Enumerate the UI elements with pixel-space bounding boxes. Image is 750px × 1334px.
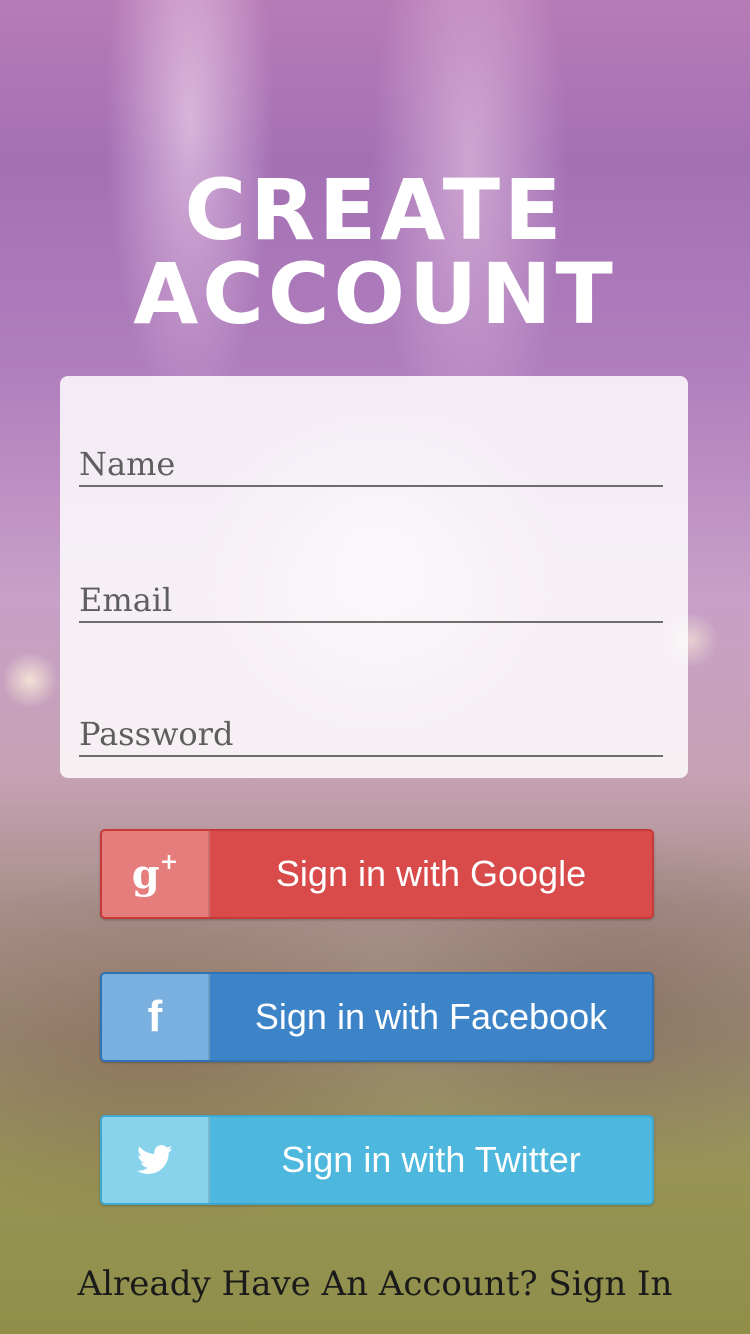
password-input[interactable]	[79, 715, 663, 753]
twitter-bird-icon	[137, 1145, 173, 1174]
password-field	[79, 709, 663, 757]
twitter-signin-button[interactable]: Sign in with Twitter	[100, 1115, 654, 1205]
facebook-signin-label: Sign in with Facebook	[254, 996, 608, 1037]
google-signin-button[interactable]: g+ Sign in with Google	[100, 829, 654, 919]
facebook-signin-button[interactable]: f Sign in with Facebook	[100, 972, 654, 1062]
signin-prompt-text: Already Have An Account?	[77, 1264, 538, 1304]
google-signin-label: Sign in with Google	[275, 853, 587, 894]
email-field	[79, 575, 663, 623]
email-input[interactable]	[79, 581, 663, 619]
signin-link[interactable]: Sign In	[548, 1264, 672, 1304]
signup-form-card	[60, 376, 688, 778]
google-plus-icon: g+	[102, 831, 210, 917]
twitter-icon	[102, 1117, 210, 1203]
name-input[interactable]	[79, 445, 663, 483]
twitter-signin-label: Sign in with Twitter	[281, 1139, 581, 1180]
page-title: Create Account	[133, 161, 617, 343]
signin-prompt: Already Have An Account? Sign In	[0, 1264, 750, 1304]
name-field	[79, 439, 663, 487]
facebook-icon: f	[102, 974, 210, 1060]
